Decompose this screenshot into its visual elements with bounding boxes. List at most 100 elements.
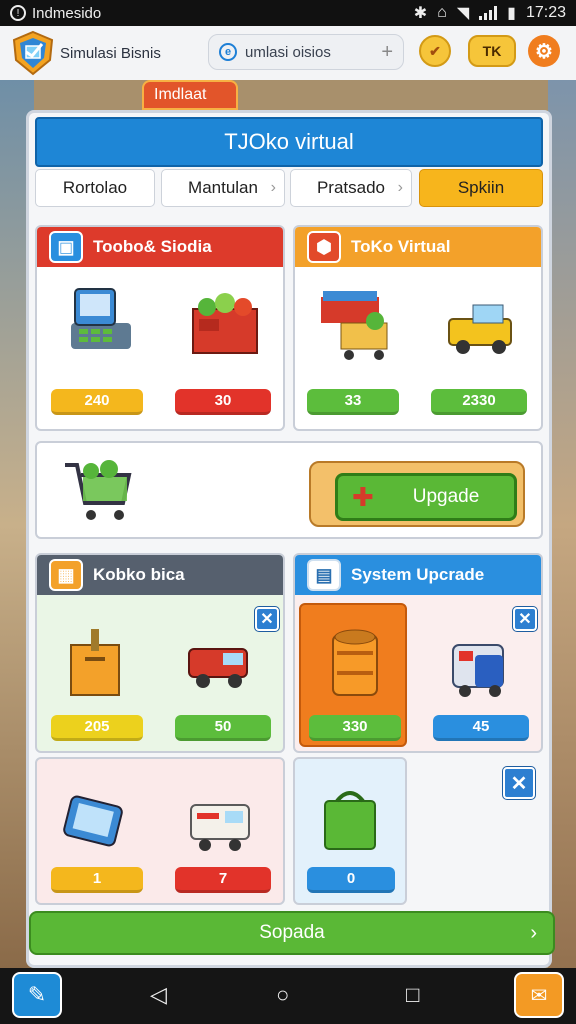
card-title: Toobo& Siodia <box>93 237 212 256</box>
stock-value-pill[interactable]: 2330 <box>431 389 527 415</box>
back-icon[interactable]: ◁ <box>150 982 167 1008</box>
card-header: ▤ System Upcrade <box>295 555 541 595</box>
browser-icon: e <box>219 43 237 61</box>
check-icon: ✔ <box>429 42 441 59</box>
signal-icon <box>479 6 498 20</box>
stock-value-pill[interactable]: 33 <box>307 389 399 415</box>
stock-value-pill[interactable]: 240 <box>51 389 143 415</box>
value-label: 45 <box>472 718 490 735</box>
tablet-device-icon[interactable] <box>63 787 129 856</box>
value-label: 33 <box>344 392 362 409</box>
upgrade-button[interactable]: ✚ Upgade <box>335 473 517 521</box>
card-header: ⬢ ToKo Virtual <box>295 227 541 267</box>
tab-label: Mantulan <box>188 178 258 197</box>
kiosk-van-icon[interactable] <box>445 635 515 704</box>
sopada-button[interactable]: Sopada › <box>29 911 555 955</box>
app-logo-icon <box>10 30 56 76</box>
panel-title: TJOko virtual <box>35 117 543 167</box>
value-label: 0 <box>346 870 356 887</box>
carrier-label: Indmesido <box>32 4 102 22</box>
produce-crate-icon[interactable] <box>185 283 265 364</box>
status-bar: ! Indmesido ✱ ⌂ ◥ ▮ 17:23 <box>0 0 576 26</box>
chat-icon: ✉ <box>530 984 548 1007</box>
parcel-box-icon[interactable] <box>65 627 125 704</box>
chevron-right-icon: › <box>530 921 537 944</box>
card-header: ▦ Kobko bica <box>37 555 283 595</box>
clock: 17:23 <box>525 4 566 21</box>
tab-label: Spkiin <box>457 178 505 197</box>
search-bar[interactable]: e umlasi oisios + <box>208 34 404 70</box>
card-toko-virtual: ⬢ ToKo Virtual 33 2330 <box>293 225 543 431</box>
card-kobko: ▦ Kobko bica ✕ 205 50 <box>35 553 285 753</box>
tk-button[interactable]: TK <box>468 35 516 67</box>
sopada-label: Sopada <box>259 922 325 943</box>
card-title: System Upcrade <box>351 565 485 584</box>
card-misc-right: 0 <box>293 757 407 905</box>
chevron-right-icon: › <box>397 179 403 196</box>
panel-title-text: TJOko virtual <box>224 129 354 154</box>
value-label: 2330 <box>462 392 496 409</box>
app-title: Simulasi Bisnis <box>60 44 161 62</box>
cash-register-icon[interactable] <box>65 283 137 360</box>
card-system-upgrade: ▤ System Upcrade ✕ 330 45 <box>293 553 543 753</box>
system-nav-bar: ◁ ○ □ <box>0 968 576 1024</box>
card-title: Kobko bica <box>93 565 185 584</box>
value-label: 1 <box>92 870 102 887</box>
app-header: Simulasi Bisnis e umlasi oisios + ✔ TK ⚙ <box>0 26 576 80</box>
card-misc-left: 1 7 <box>35 757 285 905</box>
shopping-cart-icon[interactable] <box>61 455 133 532</box>
stock-value-pill[interactable]: 330 <box>309 715 401 741</box>
shop-icon: ⬢ <box>307 231 341 263</box>
tab-pratsado[interactable]: Pratsado › <box>290 169 412 207</box>
wrench-icon: ✚ <box>352 481 374 512</box>
tag-text: Imdlaat <box>154 86 207 103</box>
value-label: 7 <box>218 870 228 887</box>
market-stall-icon[interactable] <box>315 283 397 368</box>
tag-label: Imdlaat <box>142 80 238 110</box>
chat-shortcut-button[interactable]: ✉ <box>514 972 564 1018</box>
food-truck-icon[interactable] <box>185 791 255 860</box>
delivery-truck-icon[interactable] <box>443 299 519 364</box>
stock-value-pill[interactable]: 1 <box>51 867 143 893</box>
chevron-right-icon: › <box>270 179 276 196</box>
value-label: 50 <box>214 718 232 735</box>
value-label: 205 <box>84 718 110 735</box>
green-bag-icon[interactable] <box>319 783 381 858</box>
battery-icon: ▮ <box>507 5 516 22</box>
stock-value-pill[interactable]: 45 <box>433 715 529 741</box>
settings-button[interactable]: ⚙ <box>528 35 560 67</box>
tab-label: Pratsado <box>316 178 386 197</box>
close-icon[interactable]: ✕ <box>513 607 537 631</box>
background-scene-right <box>548 80 576 970</box>
card-store-stock: ▣ Toobo& Siodia 240 30 <box>35 225 285 431</box>
stock-value-pill[interactable]: 30 <box>175 389 271 415</box>
tk-label: TK <box>482 43 502 59</box>
main-panel: TJOko virtual Rortolao Mantulan › Pratsad… <box>26 110 555 968</box>
wifi-icon: ◥ <box>456 5 470 22</box>
tab-spkiin[interactable]: Spkiin <box>419 169 543 207</box>
barrel-icon[interactable] <box>325 625 385 706</box>
search-text: umlasi oisios <box>245 43 331 61</box>
home-icon[interactable]: ○ <box>276 982 289 1008</box>
box-icon: ▣ <box>49 231 83 263</box>
bluetooth-icon: ✱ <box>413 5 428 22</box>
stock-value-pill[interactable]: 7 <box>175 867 271 893</box>
card-title: ToKo Virtual <box>351 237 451 256</box>
home-status-icon: ⌂ <box>437 4 447 21</box>
tab-label: Rortolao <box>62 178 128 197</box>
check-button[interactable]: ✔ <box>419 35 451 67</box>
upgrade-label: Upgade <box>412 486 480 507</box>
close-icon[interactable]: ✕ <box>503 767 535 799</box>
tab-rortolao[interactable]: Rortolao <box>35 169 155 207</box>
recents-icon[interactable]: □ <box>406 982 419 1008</box>
stock-value-pill[interactable]: 0 <box>307 867 395 893</box>
tab-mantulan[interactable]: Mantulan › <box>161 169 285 207</box>
stock-value-pill[interactable]: 50 <box>175 715 271 741</box>
close-icon[interactable]: ✕ <box>255 607 279 631</box>
add-icon[interactable]: + <box>381 41 393 64</box>
edit-shortcut-button[interactable]: ✎ <box>12 972 62 1018</box>
gear-icon: ⚙ <box>535 40 553 63</box>
value-label: 30 <box>214 392 232 409</box>
red-van-icon[interactable] <box>185 637 255 698</box>
stock-value-pill[interactable]: 205 <box>51 715 143 741</box>
